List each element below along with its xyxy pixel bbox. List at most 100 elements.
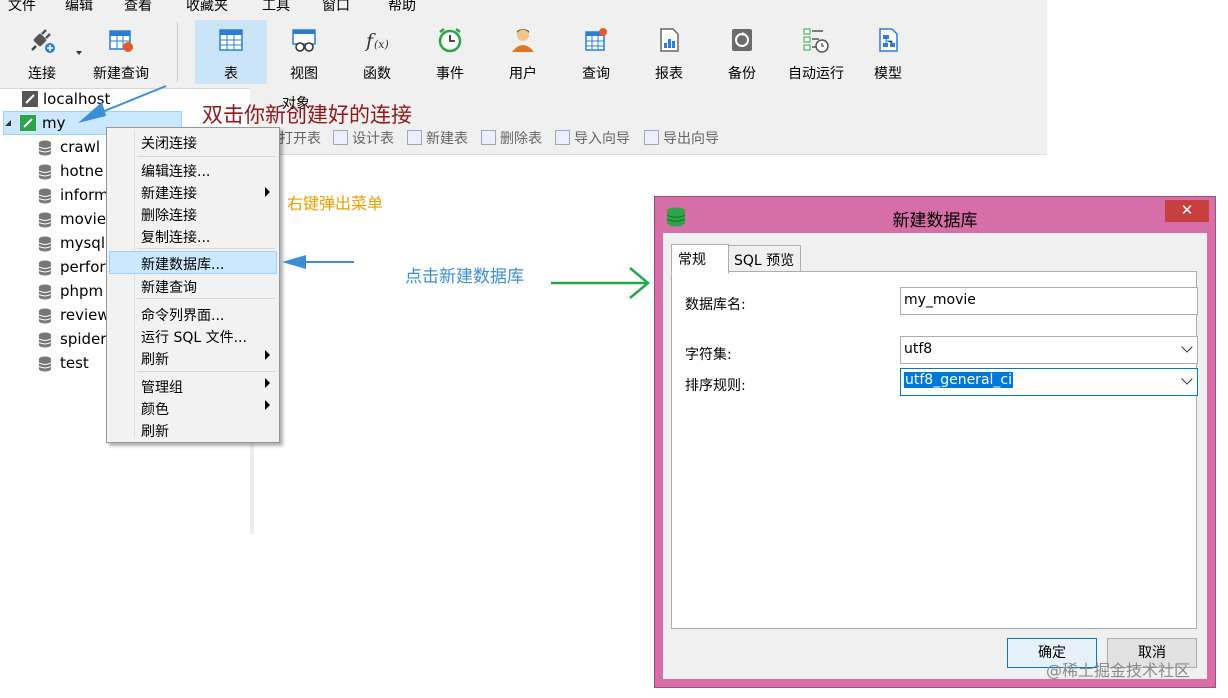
menu-item-color[interactable]: 颜色 [141,399,169,419]
tree-item-database[interactable]: phpm [0,280,105,304]
database-icon [39,212,51,228]
checklist-clock-icon [803,28,829,53]
tree-item-database[interactable]: review [0,304,110,328]
delete-table-label: 删除表 [500,131,542,147]
menu-view[interactable]: 查看 [124,0,152,14]
design-table-label: 设计表 [352,131,394,147]
menu-item-refresh-2[interactable]: 刷新 [141,421,169,441]
tab-general[interactable]: 常规 [671,244,729,274]
auto-run-button[interactable]: 自动运行 [779,20,853,84]
plug-icon [31,29,55,53]
database-icon [39,356,51,372]
tab-sql-preview[interactable]: SQL 预览 [727,245,801,273]
menu-item-run-sql-file[interactable]: 运行 SQL 文件... [141,327,247,347]
tree-item-localhost[interactable]: localhost [0,88,200,112]
close-button[interactable]: ✕ [1165,200,1209,222]
backup-label: 备份 [728,66,756,82]
function-label: 函数 [363,66,391,82]
backup-icon [732,29,752,51]
chevron-down-icon [1181,373,1193,385]
menu-separator [137,248,275,249]
db-name-label: 数据库名: [685,297,746,313]
menu-edit[interactable]: 编辑 [65,0,93,14]
import-wizard-button[interactable]: 导入向导 [555,128,630,148]
table-icon [219,29,243,51]
report-button[interactable]: 报表 [633,20,705,84]
user-icon [512,29,534,52]
arrow-head [282,255,306,269]
watermark: @稀土掘金技术社区 [1046,661,1191,680]
tab-general-label: 常规 [678,252,706,268]
menu-file[interactable]: 文件 [8,0,36,14]
main-toolbar: 连接 新建查询 表 视图 f (x) 函数 事件 用户 查询 报表 备份 自动运… [0,14,1047,89]
collation-select[interactable]: utf8_general_ci [900,368,1198,396]
menu-separator [137,156,275,157]
annotation-double-click: 双击你新创建好的连接 [202,103,412,127]
model-icon [879,28,898,52]
annotation-click-new-db: 点击新建数据库 [405,267,524,287]
menu-window[interactable]: 窗口 [322,0,350,14]
user-label: 用户 [509,66,537,82]
charset-select[interactable]: utf8 [900,336,1198,364]
user-button[interactable]: 用户 [487,20,559,84]
table-query-icon [109,30,133,52]
dropdown-arrow-icon[interactable] [75,50,83,56]
table-button[interactable]: 表 [195,20,267,84]
menu-item-manage-group[interactable]: 管理组 [141,377,183,397]
menu-separator [137,371,275,372]
menu-tools[interactable]: 工具 [262,0,290,14]
backup-button[interactable]: 备份 [706,20,778,84]
view-label: 视图 [290,66,318,82]
menu-item-refresh[interactable]: 刷新 [141,349,169,369]
delete-table-button[interactable]: 删除表 [481,128,542,148]
tree-item-database[interactable]: test [0,352,105,376]
query-button[interactable]: 查询 [560,20,632,84]
submenu-arrow-icon [265,350,270,360]
model-button[interactable]: 模型 [852,20,924,84]
report-label: 报表 [655,66,683,82]
menu-item-close-connection[interactable]: 关闭连接 [141,133,197,153]
connect-button[interactable]: 连接 [6,20,78,84]
menu-item-command-line[interactable]: 命令列界面... [141,305,224,325]
database-label: phpm [60,282,104,300]
tree-item-database[interactable]: mysql [0,232,105,256]
db-name-input[interactable]: my_movie [900,287,1198,315]
database-icon [39,188,51,204]
menu-item-new-connection[interactable]: 新建连接 [141,183,197,203]
menu-item-copy-connection[interactable]: 复制连接... [141,227,210,247]
menu-favorites[interactable]: 收藏夹 [186,0,228,14]
database-icon [39,332,51,348]
menu-separator [137,298,275,299]
report-icon [660,28,679,52]
chevron-down-icon [1181,341,1193,353]
database-icon [39,308,51,324]
tree-item-database[interactable]: hotne [0,160,105,184]
submenu-arrow-icon [265,187,270,197]
function-button[interactable]: f (x) 函数 [341,20,413,84]
tree-item-database[interactable]: movie [0,208,106,232]
design-table-button[interactable]: 设计表 [333,128,394,148]
event-button[interactable]: 事件 [414,20,486,84]
menu-help[interactable]: 帮助 [388,0,416,14]
new-table-icon [407,130,422,145]
query-icon [585,28,607,51]
tree-item-localhost-label: localhost [43,90,111,108]
tree-item-database[interactable]: perfor [0,256,106,280]
menu-item-edit-connection[interactable]: 编辑连接... [141,161,210,181]
new-table-button[interactable]: 新建表 [407,128,468,148]
menu-item-new-query[interactable]: 新建查询 [141,277,197,297]
tree-item-database[interactable]: spider [0,328,106,352]
export-wizard-button[interactable]: 导出向导 [644,128,719,148]
collapse-triangle-icon[interactable] [4,119,12,127]
tree-item-database[interactable]: crawl [0,136,105,160]
menu-item-delete-connection[interactable]: 删除连接 [141,205,197,225]
event-label: 事件 [436,66,464,82]
database-label: hotne [60,162,104,180]
model-label: 模型 [874,66,902,82]
new-query-button[interactable]: 新建查询 [84,20,158,84]
view-button[interactable]: 视图 [268,20,340,84]
menu-item-new-database[interactable]: 新建数据库... [141,254,224,274]
clock-icon [438,28,462,53]
charset-value: utf8 [904,341,933,357]
tree-item-database[interactable]: inform [0,184,109,208]
